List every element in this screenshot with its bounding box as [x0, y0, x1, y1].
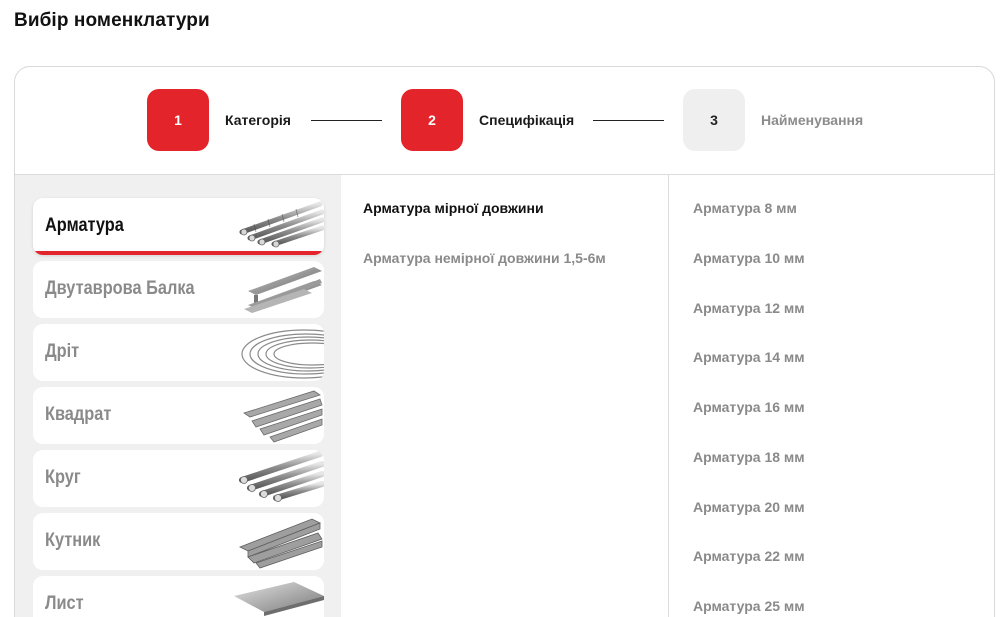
category-item-armatura[interactable]: Арматура — [33, 198, 324, 255]
ibeam-image — [244, 267, 322, 313]
step-name[interactable]: 3 Найменування — [683, 89, 863, 151]
category-list: Арматура Двутаврова Балка Дріт Квадрат К… — [15, 175, 341, 617]
step-label: Найменування — [761, 112, 864, 128]
name-item[interactable]: Арматура 10 мм — [693, 250, 805, 266]
nomenclature-card: 1 Категорія 2 Специфікація 3 Найменуванн… — [14, 66, 995, 617]
category-item-sheet[interactable]: Лист — [33, 576, 324, 617]
page-title: Вибір номенклатури — [14, 10, 210, 31]
category-label: Лист — [45, 593, 84, 614]
step-connector — [593, 120, 664, 121]
category-label: Дріт — [45, 341, 80, 362]
category-item-round[interactable]: Круг — [33, 450, 324, 507]
name-item[interactable]: Арматура 16 мм — [693, 399, 805, 415]
stepper: 1 Категорія 2 Специфікація 3 Найменуванн… — [15, 67, 994, 175]
step-category[interactable]: 1 Категорія — [147, 89, 291, 151]
step-label: Категорія — [225, 112, 291, 128]
specification-item[interactable]: Арматура немірної довжини 1,5-6м — [363, 250, 606, 266]
category-item-angle[interactable]: Кутник — [33, 513, 324, 570]
category-label: Круг — [45, 467, 81, 488]
category-label: Квадрат — [45, 404, 112, 425]
category-item-square[interactable]: Квадрат — [33, 387, 324, 444]
square-bar-image — [243, 390, 323, 443]
name-list: Арматура 8 мм Арматура 10 мм Арматура 12… — [670, 175, 994, 617]
name-item[interactable]: Арматура 25 мм — [693, 598, 805, 614]
step-specification[interactable]: 2 Специфікація — [401, 89, 574, 151]
name-item[interactable]: Арматура 22 мм — [693, 548, 805, 564]
wire-coil-image — [241, 329, 324, 379]
rebar-image — [239, 201, 324, 248]
specification-list: Арматура мірної довжини Арматура немірно… — [341, 175, 669, 617]
specification-item[interactable]: Арматура мірної довжини — [363, 200, 544, 216]
step-number: 1 — [147, 89, 209, 151]
step-label: Специфікація — [479, 112, 575, 128]
category-item-wire[interactable]: Дріт — [33, 324, 324, 381]
round-bar-image — [239, 451, 324, 502]
name-item[interactable]: Арматура 12 мм — [693, 300, 805, 316]
name-item[interactable]: Арматура 8 мм — [693, 200, 797, 216]
step-number: 2 — [401, 89, 463, 151]
category-label: Кутник — [45, 530, 101, 551]
step-connector — [311, 120, 382, 121]
name-item[interactable]: Арматура 18 мм — [693, 449, 805, 465]
angle-bar-image — [239, 518, 323, 569]
sheet-image — [234, 582, 324, 616]
name-item[interactable]: Арматура 20 мм — [693, 499, 805, 515]
category-item-ibeam[interactable]: Двутаврова Балка — [33, 261, 324, 318]
category-label: Арматура — [45, 215, 124, 236]
category-label: Двутаврова Балка — [45, 278, 195, 299]
step-number: 3 — [683, 89, 745, 151]
name-item[interactable]: Арматура 14 мм — [693, 349, 805, 365]
